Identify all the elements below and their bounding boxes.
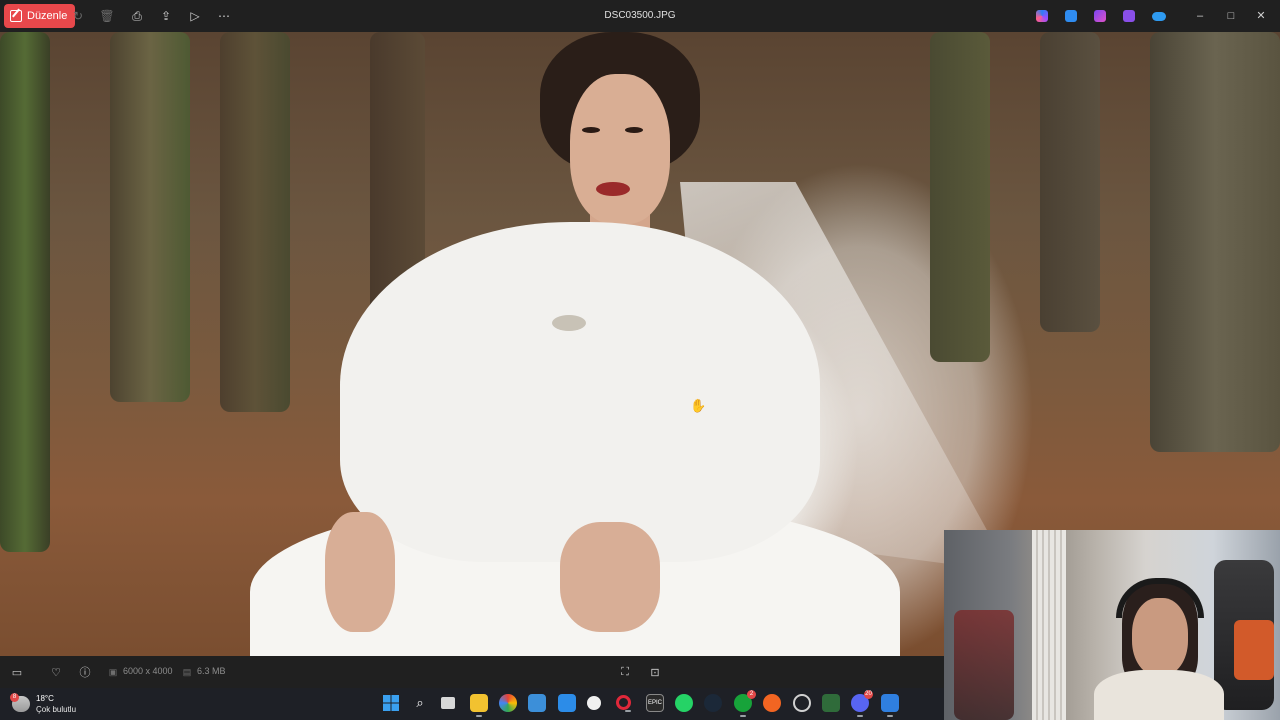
app-icon[interactable] — [528, 694, 546, 712]
app-icon[interactable] — [793, 694, 811, 712]
bride-hand — [325, 512, 395, 632]
origin-icon[interactable] — [763, 694, 781, 712]
task-view-icon[interactable] — [441, 697, 455, 709]
onedrive-icon[interactable] — [1152, 12, 1166, 21]
stream-icon[interactable] — [1123, 10, 1135, 22]
discord-badge: 20 — [864, 690, 873, 699]
copilot-icon[interactable] — [1036, 10, 1048, 22]
tree-trunk — [220, 32, 290, 412]
bride-lips — [596, 182, 630, 196]
edit-button[interactable]: Düzenle — [4, 4, 76, 28]
bride-face — [570, 74, 670, 224]
webcam-background — [1032, 530, 1066, 720]
share-icon[interactable]: ⇪ — [158, 8, 174, 24]
edit-icon — [10, 10, 22, 22]
clipchamp-icon[interactable] — [1094, 10, 1106, 22]
image-dimensions: 6000 x 4000 — [123, 666, 173, 676]
delete-icon[interactable]: 🗑 — [99, 8, 115, 24]
weather-widget[interactable]: 8 18°C Çok bulutlu — [10, 693, 77, 715]
info-icon[interactable]: ⓘ — [78, 665, 92, 679]
tree-trunk — [1150, 32, 1280, 452]
maximize-button[interactable]: □ — [1224, 8, 1238, 24]
discord-icon[interactable]: 20 — [851, 690, 873, 717]
photos-icon[interactable] — [558, 694, 576, 712]
app-icon[interactable] — [587, 696, 601, 710]
steam-icon[interactable] — [704, 694, 722, 712]
headset — [1116, 578, 1204, 618]
file-size: 6.3 MB — [197, 666, 226, 676]
print-icon[interactable]: ⎙ — [129, 8, 145, 24]
gaming-chair — [1234, 620, 1274, 680]
cloud-icon: 8 — [10, 693, 30, 712]
favorite-icon[interactable]: ♡ — [49, 665, 63, 679]
photos-app: Düzenle ↻ 🗑 ⎙ ⇪ ▷ ⋯ DSC03500.JPG – □ ✕ ✋… — [0, 0, 1280, 720]
dimensions-icon: ▣ — [108, 666, 118, 677]
edit-button-label: Düzenle — [27, 10, 68, 22]
chrome-icon[interactable] — [499, 694, 517, 712]
fur-cape — [340, 222, 820, 562]
title-bar: Düzenle ↻ 🗑 ⎙ ⇪ ▷ ⋯ DSC03500.JPG – □ ✕ — [0, 0, 1280, 32]
tree-trunk — [930, 32, 990, 362]
webcam-overlay — [944, 530, 1280, 720]
start-button[interactable] — [382, 694, 400, 712]
weather-condition: Çok bulutlu — [36, 705, 77, 714]
filmstrip-icon[interactable]: ▭ — [10, 665, 24, 679]
whatsapp-icon[interactable] — [675, 694, 693, 712]
fit-to-window-icon[interactable]: ⛶ — [618, 665, 632, 679]
bride-eye — [582, 127, 600, 133]
rotate-icon[interactable]: ↻ — [70, 8, 86, 24]
weather-badge: 8 — [10, 693, 19, 702]
brooch — [552, 315, 586, 331]
opera-icon[interactable] — [616, 695, 631, 712]
webcam-background — [954, 610, 1014, 720]
tree-trunk — [1040, 32, 1100, 332]
streamer-body — [1094, 670, 1224, 720]
minimize-button[interactable]: – — [1193, 8, 1207, 24]
weather-temperature: 18°C — [36, 694, 54, 703]
actual-size-icon[interactable]: ⊡ — [648, 665, 662, 679]
close-button[interactable]: ✕ — [1254, 8, 1268, 24]
windows-logo-icon — [383, 695, 399, 711]
filesize-icon: ▤ — [182, 666, 192, 677]
file-explorer-icon[interactable] — [470, 694, 488, 717]
epic-games-icon[interactable]: EPIC — [646, 694, 664, 712]
photos-app-taskbar-icon[interactable] — [881, 694, 899, 717]
hand-cursor-icon: ✋ — [690, 398, 707, 413]
xbox-badge: 2 — [747, 690, 756, 699]
app-icon[interactable] — [822, 694, 840, 712]
designer-icon[interactable] — [1065, 10, 1077, 22]
xbox-icon[interactable]: 2 — [734, 690, 756, 717]
more-icon[interactable]: ⋯ — [216, 8, 232, 24]
search-icon[interactable]: ⌕ — [411, 694, 429, 712]
slideshow-icon[interactable]: ▷ — [187, 8, 203, 24]
tree-trunk — [0, 32, 50, 552]
bride-eye — [625, 127, 643, 133]
tree-trunk — [110, 32, 190, 402]
bride-hand — [560, 522, 660, 632]
